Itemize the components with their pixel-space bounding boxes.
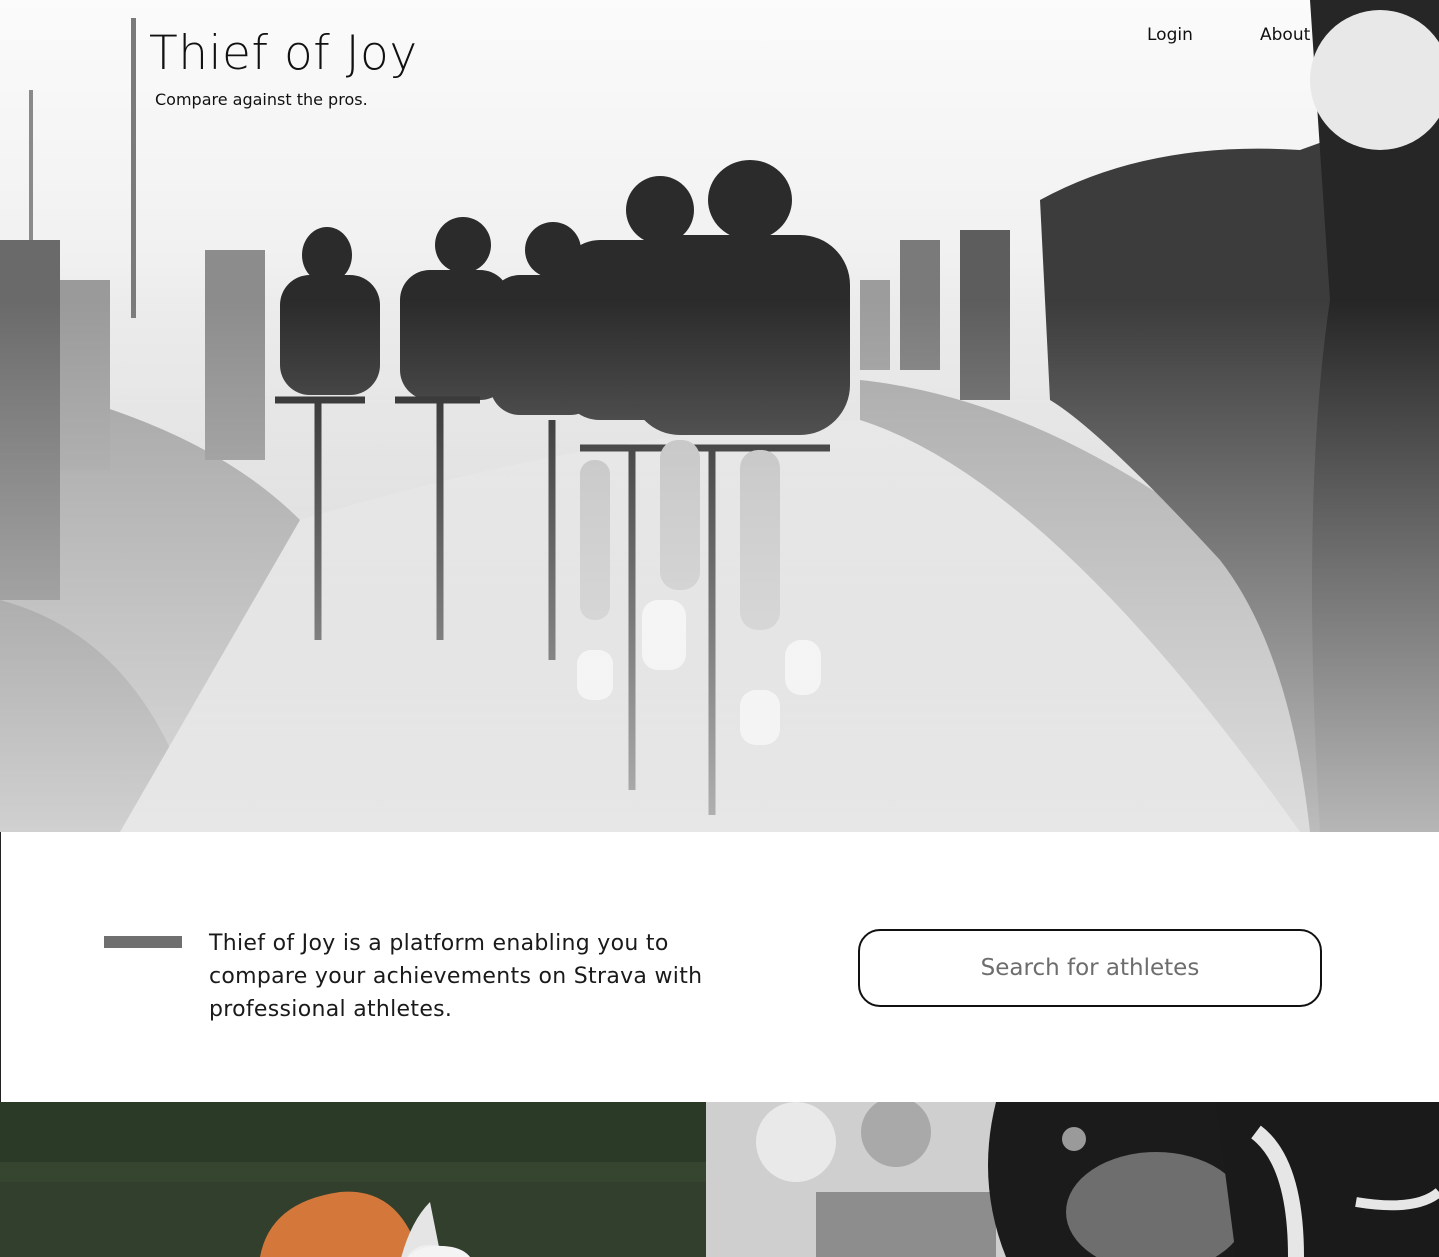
site-title: Thief of Joy <box>149 26 418 81</box>
orange-cyclist-image <box>0 1102 706 1257</box>
nav-login-link[interactable]: Login <box>1147 25 1193 45</box>
intro-section: Thief of Joy is a platform enabling you … <box>0 832 1439 1102</box>
gallery-card-sky-cyclist[interactable] <box>736 1102 1439 1257</box>
hero-cyclists-image <box>0 0 1439 832</box>
sky-cyclist-image <box>736 1102 1439 1257</box>
gallery-card-orange-cyclist[interactable] <box>0 1102 706 1257</box>
athlete-search-input[interactable] <box>858 929 1322 1007</box>
nav-about-link[interactable]: About <box>1260 25 1310 45</box>
accent-divider <box>104 936 182 948</box>
athlete-gallery <box>0 1102 1439 1257</box>
intro-description: Thief of Joy is a platform enabling you … <box>209 931 703 1022</box>
site-tagline: Compare against the pros. <box>155 90 368 109</box>
hero-banner: Thief of Joy Compare against the pros. L… <box>0 0 1439 832</box>
